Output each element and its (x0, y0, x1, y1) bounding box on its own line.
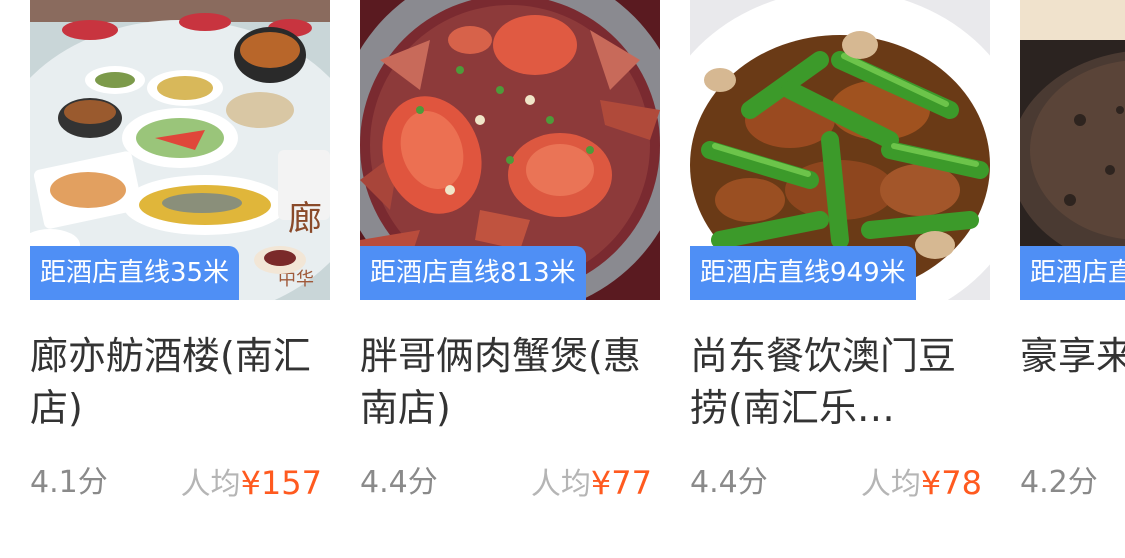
average-price: 人均¥77 (531, 458, 652, 514)
rating-score: 4.2分 (1020, 465, 1098, 500)
restaurant-meta: 4.1分 人均¥157 (30, 458, 330, 508)
average-price: 人均¥78 (861, 458, 982, 514)
restaurant-meta: 4.4分 人均¥78 (690, 458, 990, 508)
price-amount: ¥157 (240, 464, 322, 502)
distance-tag: 距酒店直线949米 (690, 246, 916, 300)
restaurant-carousel[interactable]: 廊 中华 距酒店直线35米 廊亦舫酒楼(南汇店) 4.1分 人均¥157 距酒店… (30, 0, 1125, 558)
per-capita-label: 人均 (530, 467, 591, 502)
restaurant-photo[interactable]: 距酒店直 (1020, 0, 1125, 300)
restaurant-name[interactable]: 尚东餐饮澳门豆捞(南汇乐… (690, 330, 990, 434)
restaurant-card[interactable]: 距酒店直线949米 尚东餐饮澳门豆捞(南汇乐… 4.4分 人均¥78 (690, 0, 990, 558)
restaurant-card[interactable]: 廊 中华 距酒店直线35米 廊亦舫酒楼(南汇店) 4.1分 人均¥157 (30, 0, 330, 558)
restaurant-name[interactable]: 豪享来(南汇店) (1020, 330, 1125, 382)
average-price: 人均¥157 (181, 458, 322, 514)
restaurant-name[interactable]: 胖哥俩肉蟹煲(惠南店) (360, 330, 660, 434)
distance-tag: 距酒店直线35米 (30, 246, 240, 300)
restaurant-name[interactable]: 廊亦舫酒楼(南汇店) (30, 330, 330, 434)
rating-score: 4.4分 (360, 465, 438, 500)
restaurant-card[interactable]: 距酒店直 豪享来(南汇店) 4.2分 (1020, 0, 1125, 558)
price-amount: ¥78 (920, 464, 982, 502)
restaurant-photo[interactable]: 距酒店直线813米 (360, 0, 660, 300)
svg-text:廊: 廊 (288, 199, 322, 239)
restaurant-photo[interactable]: 距酒店直线949米 (690, 0, 990, 300)
rating-score: 4.1分 (30, 465, 108, 500)
restaurant-meta: 4.4分 人均¥77 (360, 458, 660, 508)
per-capita-label: 人均 (860, 467, 921, 502)
distance-tag: 距酒店直 (1020, 246, 1125, 300)
rating-score: 4.4分 (690, 465, 768, 500)
restaurant-photo[interactable]: 廊 中华 距酒店直线35米 (30, 0, 330, 300)
distance-tag: 距酒店直线813米 (360, 246, 586, 300)
price-amount: ¥77 (590, 464, 652, 502)
restaurant-card[interactable]: 距酒店直线813米 胖哥俩肉蟹煲(惠南店) 4.4分 人均¥77 (360, 0, 660, 558)
per-capita-label: 人均 (180, 467, 241, 502)
restaurant-meta: 4.2分 (1020, 458, 1125, 508)
